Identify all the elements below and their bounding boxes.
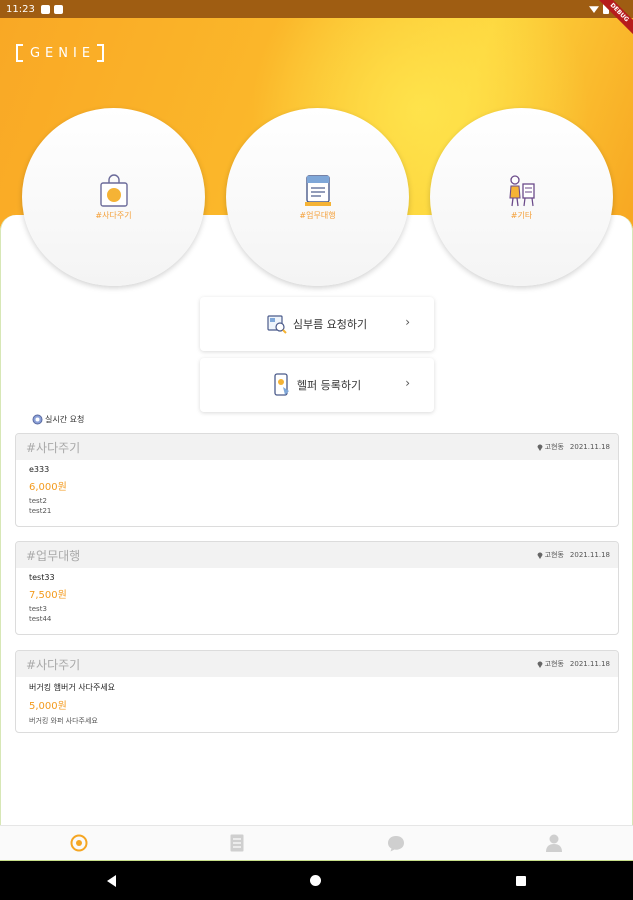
request-price: 7,500원 — [29, 590, 67, 601]
request-location: 고현동 — [544, 551, 564, 559]
location-pin-icon — [537, 552, 543, 559]
list-icon — [230, 834, 244, 852]
request-description: test3 — [29, 605, 47, 613]
category-label: #기타 — [510, 210, 533, 220]
chevron-right-icon: › — [405, 376, 410, 390]
request-category: #업무대행 — [26, 548, 81, 563]
request-price: 5,000원 — [29, 701, 67, 712]
request-category: #사다주기 — [26, 657, 81, 672]
shopping-bag-icon — [99, 173, 128, 207]
request-description: test44 — [29, 615, 52, 623]
back-icon[interactable] — [107, 874, 117, 887]
request-card[interactable]: #사다주기 고현동 2021.11.18 버거킹 햄버거 사다주세요 5,000… — [15, 650, 619, 733]
system-navigation-bar — [0, 861, 633, 900]
request-date: 2021.11.18 — [569, 443, 610, 451]
request-date: 2021.11.18 — [569, 660, 610, 668]
category-other[interactable]: #기타 — [430, 108, 613, 286]
request-errand-label: 심부름 요청하기 — [292, 318, 368, 331]
request-title: 버거킹 햄버거 사다주세요 — [29, 683, 116, 692]
request-card-header: #업무대행 고현동 2021.11.18 — [16, 542, 618, 568]
request-card[interactable]: #사다주기 고현동 2021.11.18 e333 6,000원 test2 t… — [15, 433, 619, 527]
recent-apps-icon[interactable] — [515, 875, 526, 886]
gear-icon — [32, 414, 43, 425]
location-pin-icon — [537, 661, 543, 668]
request-title: test33 — [29, 573, 55, 582]
request-price: 6,000원 — [29, 482, 67, 493]
request-description: test21 — [29, 507, 52, 515]
nav-profile[interactable] — [475, 826, 633, 860]
request-description: 버거킹 와퍼 사다주세요 — [29, 717, 98, 725]
request-date: 2021.11.18 — [569, 551, 610, 559]
status-time: 11:23 — [6, 3, 35, 15]
chat-bubble-icon — [387, 835, 404, 851]
document-icon — [304, 174, 331, 206]
request-card-header: #사다주기 고현동 2021.11.18 — [16, 651, 618, 677]
request-meta: 고현동 2021.11.18 — [537, 550, 610, 560]
nav-list[interactable] — [158, 826, 316, 860]
wifi-icon — [589, 6, 599, 13]
request-card[interactable]: #업무대행 고현동 2021.11.18 test33 7,500원 test3… — [15, 541, 619, 635]
request-meta: 고현동 2021.11.18 — [537, 659, 610, 669]
realtime-label: 실시간 요청 — [45, 415, 85, 424]
category-label: #사다주기 — [95, 210, 132, 220]
request-icon — [267, 315, 287, 334]
location-pin-icon — [537, 444, 543, 451]
app-logo: GENIE — [16, 44, 104, 62]
request-location: 고현동 — [544, 443, 564, 451]
chevron-right-icon: › — [405, 315, 410, 329]
request-location: 고현동 — [544, 660, 564, 668]
request-title: e333 — [29, 465, 50, 474]
nav-home[interactable] — [0, 826, 158, 860]
request-description: test2 — [29, 497, 47, 505]
request-card-header: #사다주기 고현동 2021.11.18 — [16, 434, 618, 460]
request-meta: 고현동 2021.11.18 — [537, 442, 610, 452]
register-helper-button[interactable]: 헬퍼 등록하기 › — [200, 358, 434, 412]
status-bar: 11:23 — [0, 0, 633, 18]
notification-icon — [40, 4, 50, 14]
helper-phone-icon — [274, 373, 289, 396]
home-icon[interactable] — [310, 875, 322, 886]
category-task-agent[interactable]: #업무대행 — [226, 108, 409, 286]
nav-chat[interactable] — [317, 826, 475, 860]
realtime-requests-heading: 실시간 요청 — [32, 414, 84, 425]
sd-card-icon — [53, 4, 63, 14]
person-checklist-icon — [508, 174, 535, 206]
home-target-icon — [70, 834, 88, 852]
category-label: #업무대행 — [299, 210, 336, 220]
bottom-navigation — [0, 825, 633, 860]
app-logo-text: GENIE — [29, 45, 96, 61]
category-buy-for-me[interactable]: #사다주기 — [22, 108, 205, 286]
request-category: #사다주기 — [26, 440, 81, 455]
profile-icon — [545, 834, 562, 852]
register-helper-label: 헬퍼 등록하기 — [296, 379, 362, 392]
request-errand-button[interactable]: 심부름 요청하기 › — [200, 297, 434, 351]
